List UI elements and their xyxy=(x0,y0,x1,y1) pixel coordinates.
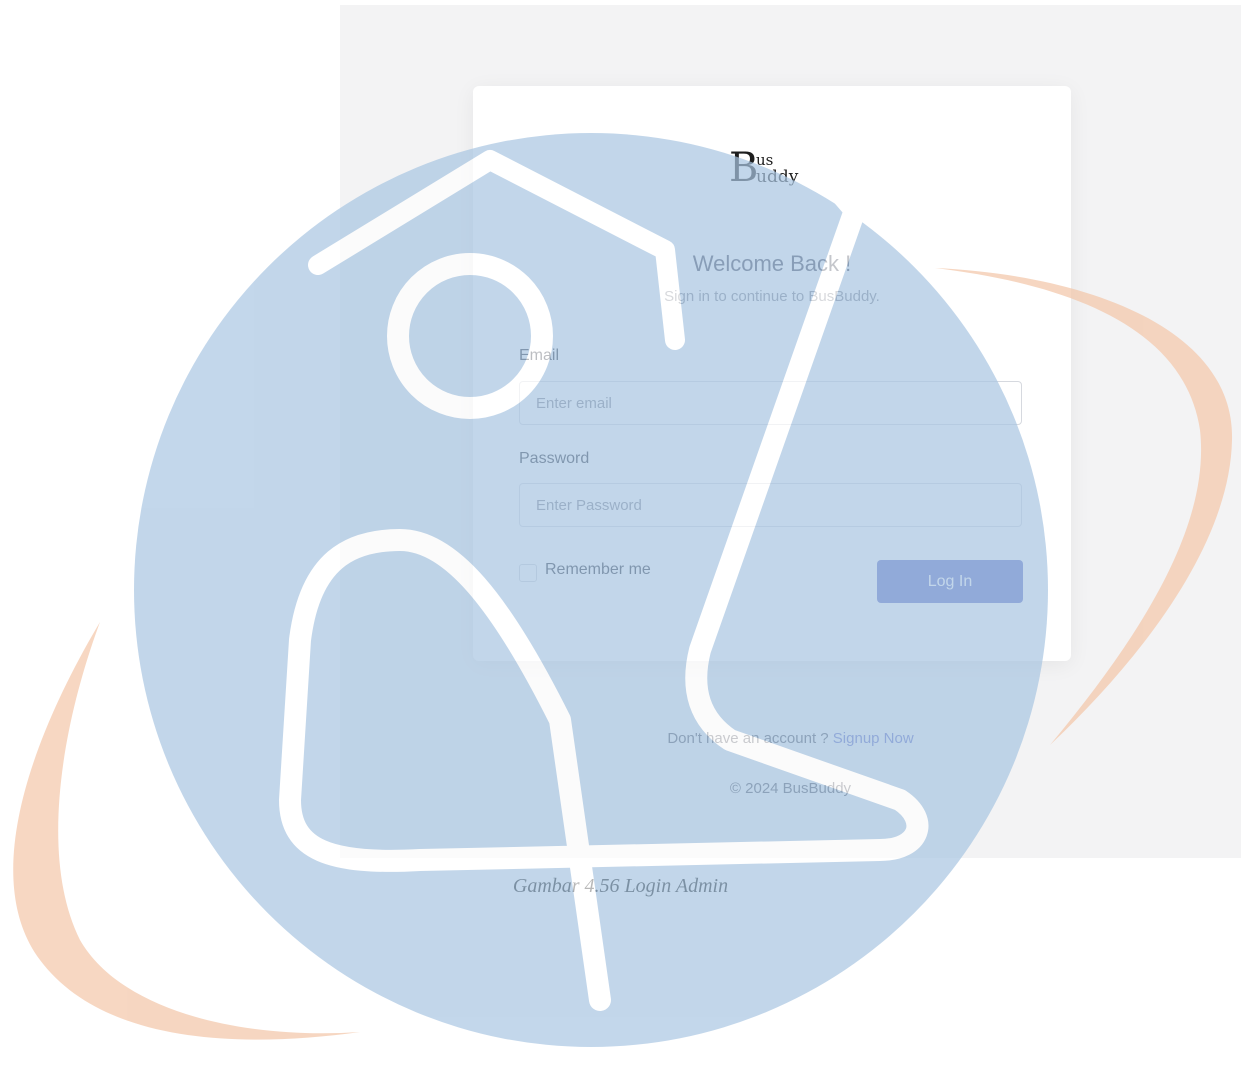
email-input[interactable] xyxy=(519,381,1022,425)
login-card: B us uddy Welcome Back ! Sign in to cont… xyxy=(473,86,1071,661)
signup-prompt-line: Don't have an account ? Signup Now xyxy=(340,730,1241,747)
welcome-heading: Welcome Back ! xyxy=(692,251,852,276)
figure-caption: Gambar 4.56 Login Admin xyxy=(512,875,729,897)
password-label: Password xyxy=(519,450,590,467)
signup-prompt-text: Don't have an account ? xyxy=(667,730,829,747)
busbuddy-logo: B us uddy xyxy=(729,146,819,198)
login-button[interactable]: Log In xyxy=(877,560,1023,603)
copyright-text: © 2024 BusBuddy xyxy=(729,780,852,797)
signup-link[interactable]: Signup Now xyxy=(833,730,914,747)
email-label: Email xyxy=(519,347,560,364)
logo-letter-b: B xyxy=(729,145,759,191)
signin-subtitle: Sign in to continue to BusBuddy. xyxy=(664,288,880,305)
password-input[interactable] xyxy=(519,483,1022,527)
logo-text-uddy: uddy xyxy=(756,167,799,187)
remember-label: Remember me xyxy=(545,561,651,578)
login-screenshot: B us uddy Welcome Back ! Sign in to cont… xyxy=(340,5,1241,858)
remember-checkbox[interactable] xyxy=(519,564,537,582)
